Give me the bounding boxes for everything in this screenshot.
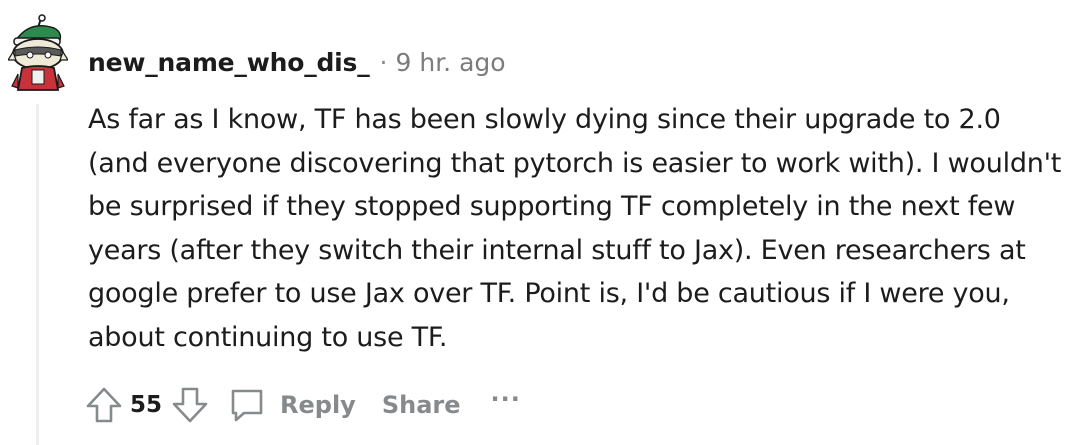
meta-separator: · (379, 47, 388, 77)
share-button[interactable]: Share (382, 391, 461, 419)
comment-body: As far as I know, TF has been slowly dyi… (88, 104, 1062, 353)
thread-line[interactable] (36, 104, 39, 445)
comment: new_name_who_dis_ · 9 hr. ago As far as … (0, 0, 1080, 445)
more-options-button[interactable]: ··· (491, 385, 521, 413)
comment-meta: new_name_who_dis_ · 9 hr. ago (88, 44, 506, 80)
avatar[interactable] (6, 14, 70, 92)
snoo-avatar-icon (6, 14, 70, 91)
vote-count: 55 (130, 392, 163, 418)
comment-actions: 55 Reply Share ··· (84, 382, 521, 428)
reply-label: Reply (280, 391, 356, 419)
share-label: Share (381, 391, 461, 419)
upvote-arrow-icon[interactable] (84, 385, 124, 425)
reply-button[interactable]: Reply (228, 386, 356, 424)
speech-bubble-icon (228, 386, 266, 424)
author-username[interactable]: new_name_who_dis_ (88, 48, 370, 77)
timestamp[interactable]: 9 hr. ago (396, 48, 506, 77)
downvote-arrow-icon[interactable] (170, 385, 210, 425)
